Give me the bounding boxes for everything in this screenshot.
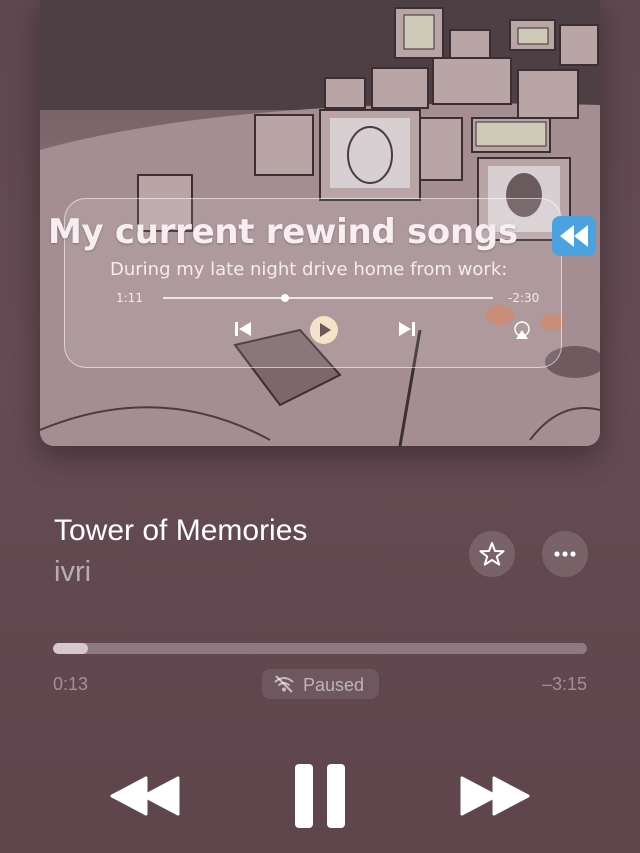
next-track-button[interactable]	[460, 774, 530, 823]
mini-play-icon	[309, 315, 339, 350]
favorite-button[interactable]	[469, 531, 515, 577]
mini-previous-icon	[234, 320, 252, 343]
more-options-button[interactable]	[542, 531, 588, 577]
mini-progress-bar	[163, 297, 493, 299]
pause-button[interactable]	[293, 762, 347, 835]
progress-fill	[53, 643, 88, 654]
fast-forward-icon	[460, 776, 530, 816]
playback-status-badge: Paused	[262, 669, 379, 699]
rewind-icon	[110, 776, 180, 816]
pause-icon	[295, 764, 345, 828]
wifi-off-icon	[274, 675, 294, 693]
playback-progress-slider[interactable]	[53, 643, 587, 654]
previous-track-button[interactable]	[110, 774, 180, 823]
mini-airplay-icon	[512, 320, 532, 345]
mini-next-icon	[398, 320, 416, 343]
remaining-time: –3:15	[541, 674, 587, 694]
rewind-emoji-icon	[552, 216, 596, 256]
star-icon	[479, 542, 505, 566]
elapsed-time: 0:13	[53, 674, 89, 694]
mini-remaining-time: -2:30	[508, 291, 540, 305]
song-artist[interactable]: ivri	[54, 556, 91, 589]
overlay-subtitle: During my late night drive home from wor…	[110, 259, 508, 280]
mini-elapsed-time: 1:11	[116, 291, 143, 305]
song-title: Tower of Memories	[54, 514, 308, 547]
overlay-title: My current rewind songs	[48, 212, 518, 252]
paused-label: Paused	[303, 675, 365, 695]
ellipsis-icon	[554, 551, 576, 557]
